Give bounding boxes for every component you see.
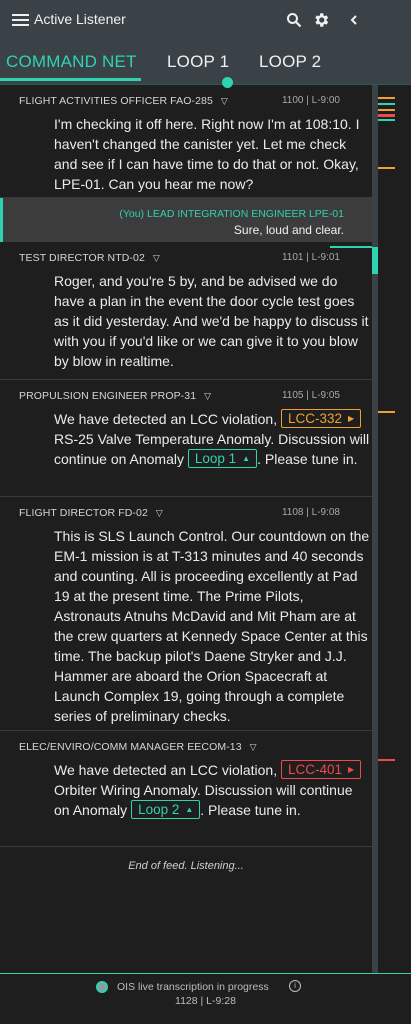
speaker-label[interactable]: TEST DIRECTOR NTD-02 ▽ xyxy=(19,252,160,264)
lcc-violation-chip[interactable]: LCC-401 ▶ xyxy=(281,760,362,779)
scrollbar-thumb[interactable] xyxy=(372,247,378,274)
transcription-status: OIS live transcription in progress xyxy=(117,981,269,993)
play-arrow-icon: ▶ xyxy=(348,765,355,774)
caret-down-icon[interactable]: ▽ xyxy=(153,253,160,263)
new-message-indicator xyxy=(330,246,372,248)
tab-command-net[interactable]: COMMAND NET xyxy=(6,52,137,72)
speaker-label[interactable]: ELEC/ENVIRO/COMM MANAGER EECOM-13 ▽ xyxy=(19,741,257,753)
tab-loop-1[interactable]: LOOP 1 xyxy=(167,52,229,72)
alert-marker xyxy=(378,114,395,117)
caret-down-icon[interactable]: ▽ xyxy=(156,508,163,518)
loop-link-chip[interactable]: Loop 1 ▲ xyxy=(187,449,258,468)
end-of-feed-text: End of feed. Listening... xyxy=(128,860,244,872)
feed-entry: FLIGHT DIRECTOR FD-02 ▽ 1108 | L-9:08 Thi… xyxy=(0,497,372,731)
message-text: We have detected an LCC violation, LCC-4… xyxy=(54,760,370,820)
caret-down-icon[interactable]: ▽ xyxy=(250,742,257,752)
caret-down-icon[interactable]: ▽ xyxy=(204,391,211,401)
feed-entry: FLIGHT ACTIVITIES OFFICER FAO-285 ▽ 1100 … xyxy=(0,85,372,198)
status-footer: OIS live transcription in progress i 112… xyxy=(0,973,411,1024)
menu-icon[interactable] xyxy=(12,14,29,26)
speaker-label[interactable]: PROPULSION ENGINEER PROP-31 ▽ xyxy=(19,390,211,402)
caret-down-icon[interactable]: ▽ xyxy=(221,96,228,106)
live-status-icon xyxy=(96,981,108,993)
speaker-label: (You) LEAD INTEGRATION ENGINEER LPE-01 xyxy=(119,208,344,220)
current-time-readout: 1128 | L-9:28 xyxy=(175,995,236,1007)
speaker-label[interactable]: FLIGHT DIRECTOR FD-02 ▽ xyxy=(19,507,163,519)
warning-marker xyxy=(378,167,395,169)
play-arrow-icon: ▶ xyxy=(348,414,355,423)
app-bar: Active Listener xyxy=(0,0,411,40)
message-text: We have detected an LCC violation, LCC-3… xyxy=(54,409,370,468)
feed-scrollbar[interactable] xyxy=(372,85,378,973)
own-message-entry: (You) LEAD INTEGRATION ENGINEER LPE-01 S… xyxy=(0,198,372,242)
transcript-feed[interactable]: FLIGHT ACTIVITIES OFFICER FAO-285 ▽ 1100 … xyxy=(0,85,372,973)
feed-entry: PROPULSION ENGINEER PROP-31 ▽ 1105 | L-9:… xyxy=(0,380,372,497)
message-text: Sure, loud and clear. xyxy=(233,223,344,237)
timestamp: 1105 | L-9:05 xyxy=(281,390,340,401)
feed-entry: TEST DIRECTOR NTD-02 ▽ 1101 | L-9:01 Roge… xyxy=(0,242,372,380)
message-marker xyxy=(378,119,395,121)
app-title: Active Listener xyxy=(34,11,126,27)
message-text: I'm checking it off here. Right now I'm … xyxy=(54,116,360,192)
chevron-left-icon[interactable] xyxy=(343,9,365,31)
lcc-violation-chip[interactable]: LCC-332 ▶ xyxy=(281,409,362,428)
caret-up-icon: ▲ xyxy=(185,805,194,814)
warning-marker xyxy=(378,97,395,99)
alert-marker xyxy=(378,759,395,761)
feed-entry: ELEC/ENVIRO/COMM MANAGER EECOM-13 ▽ We ha… xyxy=(0,731,372,847)
message-text: Roger, and you're 5 by, and be advised w… xyxy=(54,273,369,369)
warning-marker xyxy=(378,109,395,111)
message-marker xyxy=(378,103,395,105)
warning-marker xyxy=(378,411,395,413)
speaker-label[interactable]: FLIGHT ACTIVITIES OFFICER FAO-285 ▽ xyxy=(19,95,228,107)
timestamp: 1108 | L-9:08 xyxy=(281,507,340,518)
caret-up-icon: ▲ xyxy=(242,454,251,463)
tab-loop-2[interactable]: LOOP 2 xyxy=(259,52,321,72)
info-icon[interactable]: i xyxy=(289,980,301,992)
loop-link-chip[interactable]: Loop 2 ▲ xyxy=(131,800,201,819)
timestamp: 1101 | L-9:01 xyxy=(281,252,340,263)
search-icon[interactable] xyxy=(283,9,305,31)
active-tab-indicator xyxy=(0,78,141,81)
gear-icon[interactable] xyxy=(310,9,332,31)
message-text: This is SLS Launch Control. Our countdow… xyxy=(54,528,370,724)
timestamp: 1100 | L-9:00 xyxy=(281,95,340,106)
